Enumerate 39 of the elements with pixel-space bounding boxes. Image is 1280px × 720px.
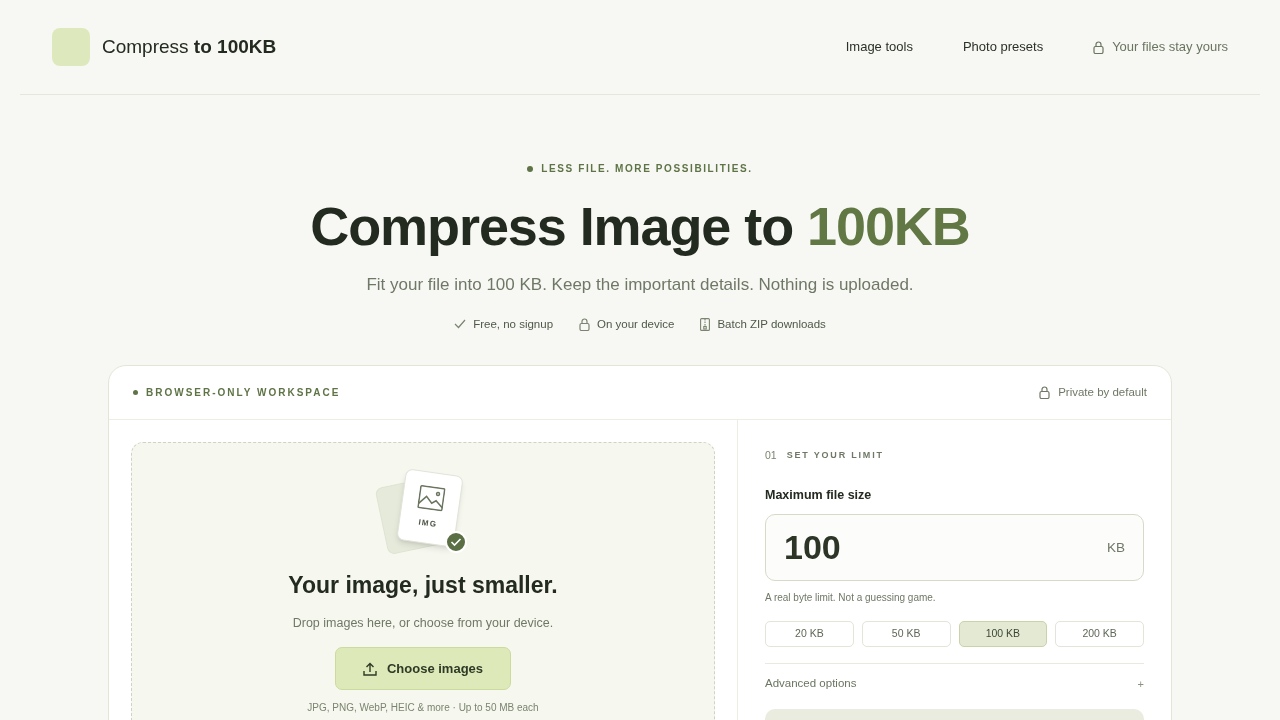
file-size-field[interactable]: 100 KB <box>765 514 1144 582</box>
page-title: Compress Image to 100KB <box>310 195 970 258</box>
check-icon <box>454 319 467 330</box>
nav-link[interactable]: Image tools <box>845 37 913 57</box>
size-preset[interactable]: 100 KB <box>958 621 1048 648</box>
feature-label: Free, no signup <box>473 316 554 332</box>
file-type-label: IMG <box>417 516 438 531</box>
upload-icon <box>362 661 377 676</box>
size-preset[interactable]: 50 KB <box>861 621 951 648</box>
formats-note: JPG, PNG, WebP, HEIC & more · Up to 50 MB each <box>307 701 539 715</box>
lock-icon <box>1093 40 1105 54</box>
unit-label: KB <box>1107 538 1125 557</box>
advanced-options-toggle[interactable]: Advanced options <box>765 675 857 693</box>
dropzone-title: Your image, just smaller. <box>288 570 558 600</box>
step-number: 01 <box>765 447 777 463</box>
field-label: Maximum file size <box>765 486 873 504</box>
feature-label: On your device <box>597 316 675 332</box>
size-preset[interactable]: 20 KB <box>765 621 854 648</box>
size-preset[interactable]: 200 KB <box>1055 621 1144 648</box>
subtitle: Fit your file into 100 KB. Keep the important details. Nothing is uploaded. <box>366 274 914 296</box>
privacy-label: Private by default <box>1058 384 1147 400</box>
nav-link[interactable]: Photo presets <box>962 37 1044 57</box>
lock-icon <box>1039 385 1051 399</box>
image-icon <box>416 484 446 512</box>
drop-zone[interactable]: IMG Your image, just smaller. Drop images here, or choose from your device. Choose images JPG, PNG, WebP, HEIC & more · Up to 50 MB each <box>131 441 715 720</box>
lock-icon <box>579 317 591 331</box>
privacy-note: Your files stay yours <box>1112 38 1228 57</box>
file-size-value: 100 <box>784 527 841 569</box>
eyebrow-text: LESS FILE. MORE POSSIBILITIES. <box>541 162 753 176</box>
dropzone-hint: Drop images here, or choose from your device. <box>292 615 554 633</box>
step-title: SET YOUR LIMIT <box>786 448 884 462</box>
check-badge-icon <box>445 530 467 553</box>
feature-label: Batch ZIP downloads <box>717 316 826 332</box>
logo-mark[interactable] <box>52 28 90 66</box>
choose-images-button[interactable]: Choose images <box>335 647 511 690</box>
logo-text[interactable]: Compress to 100KB <box>102 32 277 62</box>
zip-file-icon <box>700 317 711 331</box>
help-text: A real byte limit. Not a guessing game. <box>765 591 937 606</box>
workspace-label: BROWSER-ONLY WORKSPACE <box>146 385 341 400</box>
